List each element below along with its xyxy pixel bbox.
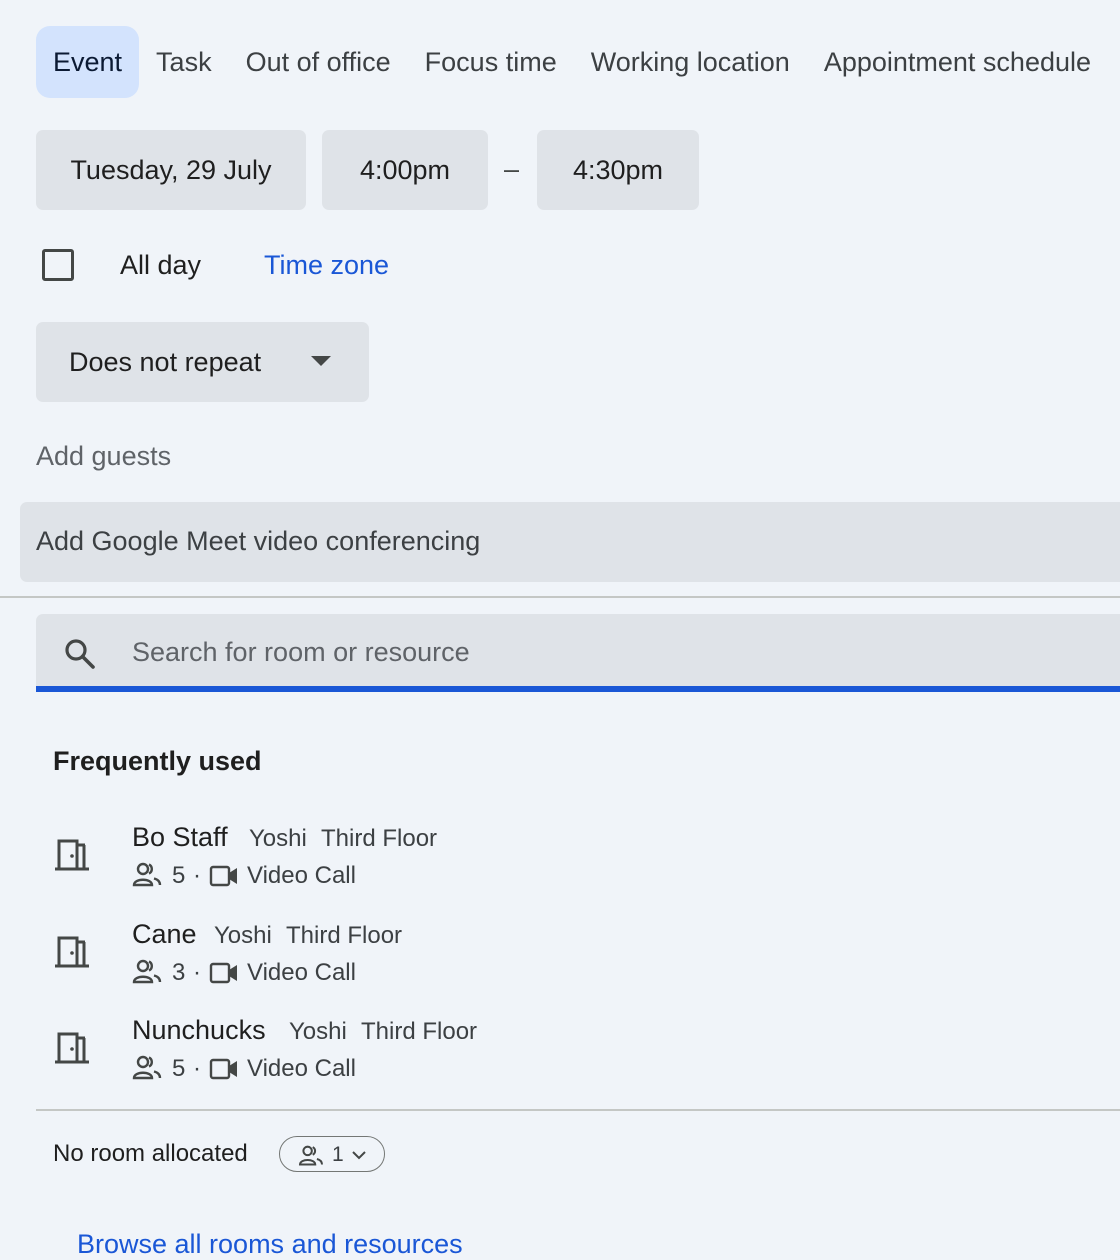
meta-separator: ·: [193, 862, 201, 889]
guest-count: 1: [332, 1143, 344, 1166]
date-text: Tuesday, 29 July: [70, 154, 272, 185]
start-time-button[interactable]: 4:00pm: [322, 130, 488, 210]
rooms-divider: [36, 1109, 1120, 1111]
people-icon: [132, 862, 162, 887]
search-placeholder: Search for room or resource: [132, 637, 470, 667]
room-item-bo-staff[interactable]: Bo Staff Yoshi Third Floor 5 · Video Cal…: [36, 812, 1120, 904]
room-floor: Third Floor: [361, 1018, 478, 1045]
room-capacity: 5: [172, 862, 186, 889]
all-day-checkbox[interactable]: [42, 249, 74, 281]
frequently-used-heading: Frequently used: [53, 746, 262, 776]
tab-working-location[interactable]: Working location: [574, 26, 807, 98]
event-type-tabs: Event Task Out of office Focus time Work…: [36, 26, 1108, 98]
tab-appointment-schedule[interactable]: Appointment schedule: [807, 26, 1108, 98]
browse-rooms-link[interactable]: Browse all rooms and resources: [77, 1229, 463, 1260]
tab-task[interactable]: Task: [139, 26, 229, 98]
room-name: Cane: [132, 919, 197, 949]
tab-out-of-office[interactable]: Out of office: [229, 26, 408, 98]
room-feature: Video Call: [247, 862, 356, 889]
room-feature: Video Call: [247, 959, 356, 986]
room-name: Nunchucks: [132, 1015, 266, 1045]
time-separator: –: [504, 154, 520, 184]
room-building: Yoshi: [249, 825, 307, 852]
room-search-input[interactable]: Search for room or resource: [36, 614, 1120, 688]
chevron-down-icon: [352, 1151, 366, 1160]
guest-count-dropdown[interactable]: 1: [279, 1136, 385, 1172]
room-item-nunchucks[interactable]: Nunchucks Yoshi Third Floor 5 · Video Ca…: [36, 1005, 1120, 1097]
people-icon: [132, 959, 162, 984]
room-item-cane[interactable]: Cane Yoshi Third Floor 3 · Video Call: [36, 909, 1120, 1001]
no-room-label: No room allocated: [53, 1140, 248, 1167]
end-time-button[interactable]: 4:30pm: [537, 130, 699, 210]
room-door-icon: [55, 1032, 89, 1064]
tab-event[interactable]: Event: [36, 26, 140, 98]
search-focus-underline: [36, 686, 1120, 692]
people-icon: [132, 1055, 162, 1080]
room-capacity: 3: [172, 959, 186, 986]
video-camera-icon: [209, 1058, 237, 1080]
date-picker-button[interactable]: Tuesday, 29 July: [36, 130, 306, 210]
room-floor: Third Floor: [321, 825, 438, 852]
add-meet-label: Add Google Meet video conferencing: [36, 526, 481, 556]
search-icon: [65, 639, 95, 669]
repeat-label: Does not repeat: [69, 346, 262, 377]
start-time-text: 4:00pm: [359, 154, 451, 185]
video-camera-icon: [209, 865, 237, 887]
room-door-icon: [55, 839, 89, 871]
repeat-dropdown[interactable]: Does not repeat: [36, 322, 369, 402]
room-floor: Third Floor: [286, 922, 403, 949]
room-building: Yoshi: [289, 1018, 347, 1045]
meta-separator: ·: [193, 1055, 201, 1082]
meta-separator: ·: [193, 959, 201, 986]
people-icon: [298, 1145, 324, 1166]
section-divider: [0, 596, 1120, 598]
time-zone-link[interactable]: Time zone: [264, 250, 389, 281]
room-name: Bo Staff: [132, 822, 228, 852]
add-guests-input[interactable]: Add guests: [36, 441, 171, 472]
end-time-text: 4:30pm: [572, 154, 664, 185]
tab-focus-time[interactable]: Focus time: [408, 26, 574, 98]
dropdown-arrow-icon: [311, 356, 331, 366]
room-door-icon: [55, 936, 89, 968]
room-feature: Video Call: [247, 1055, 356, 1082]
video-camera-icon: [209, 962, 237, 984]
add-meet-button[interactable]: Add Google Meet video conferencing: [20, 502, 1120, 582]
room-building: Yoshi: [214, 922, 272, 949]
room-capacity: 5: [172, 1055, 186, 1082]
all-day-label: All day: [120, 250, 202, 280]
